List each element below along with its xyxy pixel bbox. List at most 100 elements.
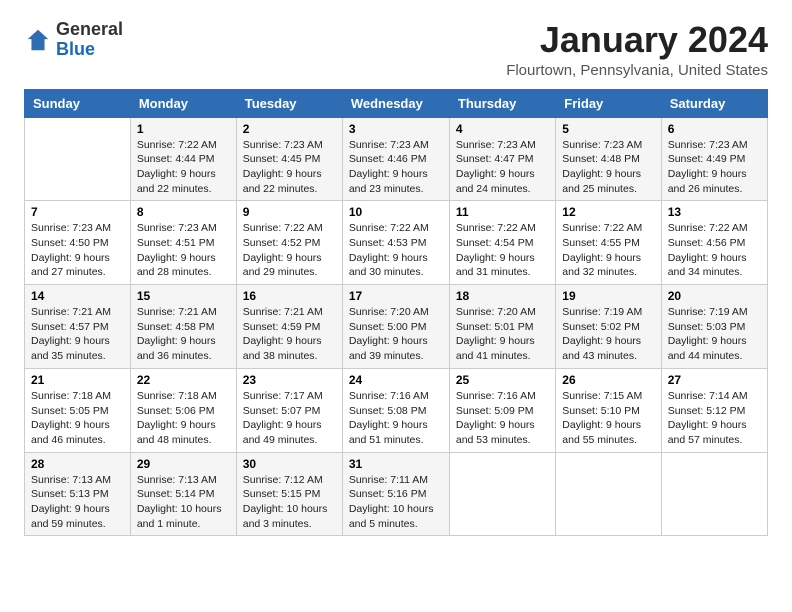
header: General Blue January 2024 Flourtown, Pen… (24, 20, 768, 79)
day-number: 15 (137, 289, 230, 303)
day-cell: 27 Sunrise: 7:14 AMSunset: 5:12 PMDayligh… (661, 368, 767, 452)
day-cell: 9 Sunrise: 7:22 AMSunset: 4:52 PMDaylight… (236, 201, 342, 285)
day-number: 16 (243, 289, 336, 303)
day-info: Sunrise: 7:23 AMSunset: 4:50 PMDaylight:… (31, 221, 124, 280)
day-number: 3 (349, 122, 443, 136)
day-cell: 23Sunrise: 7:17 AMSunset: 5:07 PMDayligh… (236, 368, 342, 452)
day-info: Sunrise: 7:18 AMSunset: 5:06 PMDaylight:… (137, 389, 230, 448)
day-number: 10 (349, 205, 443, 219)
day-cell (556, 452, 661, 536)
day-number: 2 (243, 122, 336, 136)
day-info: Sunrise: 7:22 AMSunset: 4:44 PMDaylight:… (137, 138, 230, 197)
day-info: Sunrise: 7:20 AMSunset: 5:00 PMDaylight:… (349, 305, 443, 364)
day-number: 12 (562, 205, 654, 219)
day-number: 4 (456, 122, 549, 136)
week-row-4: 21 Sunrise: 7:18 AMSunset: 5:05 PMDayligh… (25, 368, 768, 452)
day-cell (661, 452, 767, 536)
header-cell-saturday: Saturday (661, 89, 767, 117)
day-cell: 22 Sunrise: 7:18 AMSunset: 5:06 PMDayligh… (130, 368, 236, 452)
day-cell: 10 Sunrise: 7:22 AMSunset: 4:53 PMDayligh… (342, 201, 449, 285)
day-info: Sunrise: 7:15 AMSunset: 5:10 PMDaylight:… (562, 389, 654, 448)
day-number: 26 (562, 373, 654, 387)
day-info: Sunrise: 7:14 AMSunset: 5:12 PMDaylight:… (668, 389, 761, 448)
logo-blue-text: Blue (56, 39, 95, 59)
day-number: 13 (668, 205, 761, 219)
day-number: 1 (137, 122, 230, 136)
day-info: Sunrise: 7:23 AMSunset: 4:47 PMDaylight:… (456, 138, 549, 197)
day-number: 19 (562, 289, 654, 303)
day-cell: 11Sunrise: 7:22 AMSunset: 4:54 PMDayligh… (449, 201, 555, 285)
day-cell: 29 Sunrise: 7:13 AMSunset: 5:14 PMDayligh… (130, 452, 236, 536)
header-cell-tuesday: Tuesday (236, 89, 342, 117)
title-area: January 2024 Flourtown, Pennsylvania, Un… (506, 20, 768, 79)
day-info: Sunrise: 7:21 AMSunset: 4:57 PMDaylight:… (31, 305, 124, 364)
week-row-5: 28Sunrise: 7:13 AMSunset: 5:13 PMDayligh… (25, 452, 768, 536)
day-cell: 7 Sunrise: 7:23 AMSunset: 4:50 PMDaylight… (25, 201, 131, 285)
day-info: Sunrise: 7:20 AMSunset: 5:01 PMDaylight:… (456, 305, 549, 364)
day-cell: 21 Sunrise: 7:18 AMSunset: 5:05 PMDayligh… (25, 368, 131, 452)
day-info: Sunrise: 7:18 AMSunset: 5:05 PMDaylight:… (31, 389, 124, 448)
logo: General Blue (24, 20, 123, 60)
day-number: 8 (137, 205, 230, 219)
day-info: Sunrise: 7:13 AMSunset: 5:14 PMDaylight:… (137, 473, 230, 532)
day-number: 30 (243, 457, 336, 471)
day-number: 6 (668, 122, 761, 136)
day-number: 7 (31, 205, 124, 219)
day-number: 9 (243, 205, 336, 219)
day-info: Sunrise: 7:13 AMSunset: 5:13 PMDaylight:… (31, 473, 124, 532)
day-info: Sunrise: 7:22 AMSunset: 4:55 PMDaylight:… (562, 221, 654, 280)
day-number: 22 (137, 373, 230, 387)
day-info: Sunrise: 7:17 AMSunset: 5:07 PMDaylight:… (243, 389, 336, 448)
day-info: Sunrise: 7:22 AMSunset: 4:54 PMDaylight:… (456, 221, 549, 280)
day-info: Sunrise: 7:23 AMSunset: 4:48 PMDaylight:… (562, 138, 654, 197)
day-cell: 16 Sunrise: 7:21 AMSunset: 4:59 PMDayligh… (236, 285, 342, 369)
day-cell: 24 Sunrise: 7:16 AMSunset: 5:08 PMDayligh… (342, 368, 449, 452)
day-info: Sunrise: 7:11 AMSunset: 5:16 PMDaylight:… (349, 473, 443, 532)
header-cell-monday: Monday (130, 89, 236, 117)
day-number: 21 (31, 373, 124, 387)
day-number: 24 (349, 373, 443, 387)
day-info: Sunrise: 7:12 AMSunset: 5:15 PMDaylight:… (243, 473, 336, 532)
day-cell: 15 Sunrise: 7:21 AMSunset: 4:58 PMDayligh… (130, 285, 236, 369)
week-row-1: 1 Sunrise: 7:22 AMSunset: 4:44 PMDaylight… (25, 117, 768, 201)
day-info: Sunrise: 7:16 AMSunset: 5:08 PMDaylight:… (349, 389, 443, 448)
day-info: Sunrise: 7:22 AMSunset: 4:52 PMDaylight:… (243, 221, 336, 280)
day-cell: 8Sunrise: 7:23 AMSunset: 4:51 PMDaylight… (130, 201, 236, 285)
day-cell (25, 117, 131, 201)
day-cell: 4 Sunrise: 7:23 AMSunset: 4:47 PMDaylight… (449, 117, 555, 201)
week-row-3: 14 Sunrise: 7:21 AMSunset: 4:57 PMDayligh… (25, 285, 768, 369)
day-number: 20 (668, 289, 761, 303)
day-info: Sunrise: 7:21 AMSunset: 4:58 PMDaylight:… (137, 305, 230, 364)
day-cell: 28Sunrise: 7:13 AMSunset: 5:13 PMDayligh… (25, 452, 131, 536)
header-cell-thursday: Thursday (449, 89, 555, 117)
day-cell: 6Sunrise: 7:23 AMSunset: 4:49 PMDaylight… (661, 117, 767, 201)
day-info: Sunrise: 7:22 AMSunset: 4:53 PMDaylight:… (349, 221, 443, 280)
day-cell: 2 Sunrise: 7:23 AMSunset: 4:45 PMDaylight… (236, 117, 342, 201)
day-number: 5 (562, 122, 654, 136)
location: Flourtown, Pennsylvania, United States (506, 62, 768, 79)
header-cell-friday: Friday (556, 89, 661, 117)
day-info: Sunrise: 7:23 AMSunset: 4:45 PMDaylight:… (243, 138, 336, 197)
header-cell-sunday: Sunday (25, 89, 131, 117)
day-cell: 17Sunrise: 7:20 AMSunset: 5:00 PMDayligh… (342, 285, 449, 369)
day-info: Sunrise: 7:16 AMSunset: 5:09 PMDaylight:… (456, 389, 549, 448)
month-title: January 2024 (506, 20, 768, 60)
day-number: 29 (137, 457, 230, 471)
day-info: Sunrise: 7:19 AMSunset: 5:02 PMDaylight:… (562, 305, 654, 364)
header-row: SundayMondayTuesdayWednesdayThursdayFrid… (25, 89, 768, 117)
calendar-table: SundayMondayTuesdayWednesdayThursdayFrid… (24, 89, 768, 537)
day-cell: 3 Sunrise: 7:23 AMSunset: 4:46 PMDaylight… (342, 117, 449, 201)
day-number: 14 (31, 289, 124, 303)
day-cell: 25 Sunrise: 7:16 AMSunset: 5:09 PMDayligh… (449, 368, 555, 452)
day-cell: 31Sunrise: 7:11 AMSunset: 5:16 PMDayligh… (342, 452, 449, 536)
day-cell: 19 Sunrise: 7:19 AMSunset: 5:02 PMDayligh… (556, 285, 661, 369)
day-cell: 1 Sunrise: 7:22 AMSunset: 4:44 PMDaylight… (130, 117, 236, 201)
day-number: 25 (456, 373, 549, 387)
day-info: Sunrise: 7:21 AMSunset: 4:59 PMDaylight:… (243, 305, 336, 364)
day-cell: 12 Sunrise: 7:22 AMSunset: 4:55 PMDayligh… (556, 201, 661, 285)
week-row-2: 7 Sunrise: 7:23 AMSunset: 4:50 PMDaylight… (25, 201, 768, 285)
day-number: 27 (668, 373, 761, 387)
day-number: 18 (456, 289, 549, 303)
logo-icon (24, 26, 52, 54)
day-info: Sunrise: 7:23 AMSunset: 4:46 PMDaylight:… (349, 138, 443, 197)
